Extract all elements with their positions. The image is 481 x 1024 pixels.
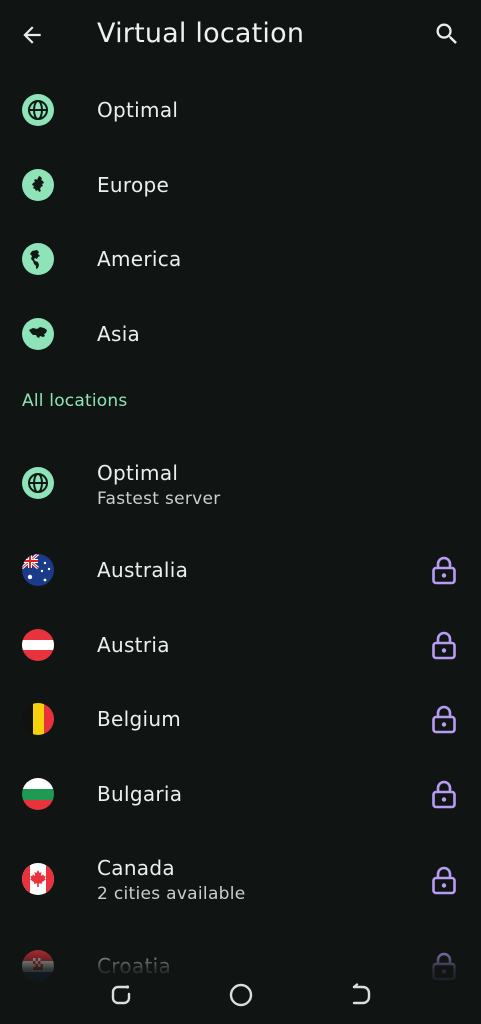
back-button[interactable] xyxy=(14,18,50,52)
home-icon[interactable] xyxy=(226,980,256,1010)
flag-austria-icon xyxy=(22,629,54,661)
recent-apps-icon[interactable] xyxy=(106,980,136,1010)
search-button[interactable] xyxy=(429,16,465,52)
flag-canada-icon xyxy=(22,863,54,895)
globe-icon xyxy=(22,467,54,499)
region-item-america[interactable]: America xyxy=(0,235,481,283)
arrow-left-icon xyxy=(23,26,41,44)
region-label: Optimal xyxy=(97,98,179,122)
location-label: Canada xyxy=(97,856,175,880)
asia-map-icon xyxy=(22,318,54,350)
americas-map-icon xyxy=(22,243,54,275)
region-item-asia[interactable]: Asia xyxy=(0,310,481,358)
section-header-all-locations: All locations xyxy=(22,391,128,411)
flag-australia-icon xyxy=(22,554,54,586)
location-label: Austria xyxy=(97,633,170,657)
region-label: America xyxy=(97,247,182,271)
location-label: Optimal xyxy=(97,461,179,485)
system-nav-bar xyxy=(0,966,481,1024)
app-bar: Virtual location xyxy=(0,0,481,70)
flag-bulgaria-icon xyxy=(22,778,54,810)
lock-icon xyxy=(432,866,456,895)
location-item-belgium[interactable]: Belgium xyxy=(0,694,481,744)
lock-icon xyxy=(432,780,456,809)
location-sublabel: Fastest server xyxy=(97,489,221,509)
region-item-optimal[interactable]: Optimal xyxy=(0,86,481,134)
location-label: Bulgaria xyxy=(97,782,183,806)
location-item-bulgaria[interactable]: Bulgaria xyxy=(0,769,481,819)
back-nav-icon[interactable] xyxy=(346,980,376,1010)
europe-map-icon xyxy=(22,169,54,201)
search-icon xyxy=(436,23,457,44)
globe-icon xyxy=(22,94,54,126)
location-label: Belgium xyxy=(97,707,182,731)
lock-icon xyxy=(432,556,456,585)
flag-belgium-icon xyxy=(22,703,54,735)
location-item-canada[interactable]: Canada 2 cities available xyxy=(0,850,481,912)
page-title: Virtual location xyxy=(97,18,305,49)
location-item-australia[interactable]: Australia xyxy=(0,545,481,595)
location-item-optimal[interactable]: Optimal Fastest server xyxy=(0,455,481,517)
lock-icon xyxy=(432,705,456,734)
lock-icon xyxy=(432,631,456,660)
location-label: Australia xyxy=(97,558,189,582)
location-sublabel: 2 cities available xyxy=(97,884,246,904)
region-label: Europe xyxy=(97,173,170,197)
location-item-austria[interactable]: Austria xyxy=(0,620,481,670)
region-item-europe[interactable]: Europe xyxy=(0,161,481,209)
region-label: Asia xyxy=(97,322,141,346)
